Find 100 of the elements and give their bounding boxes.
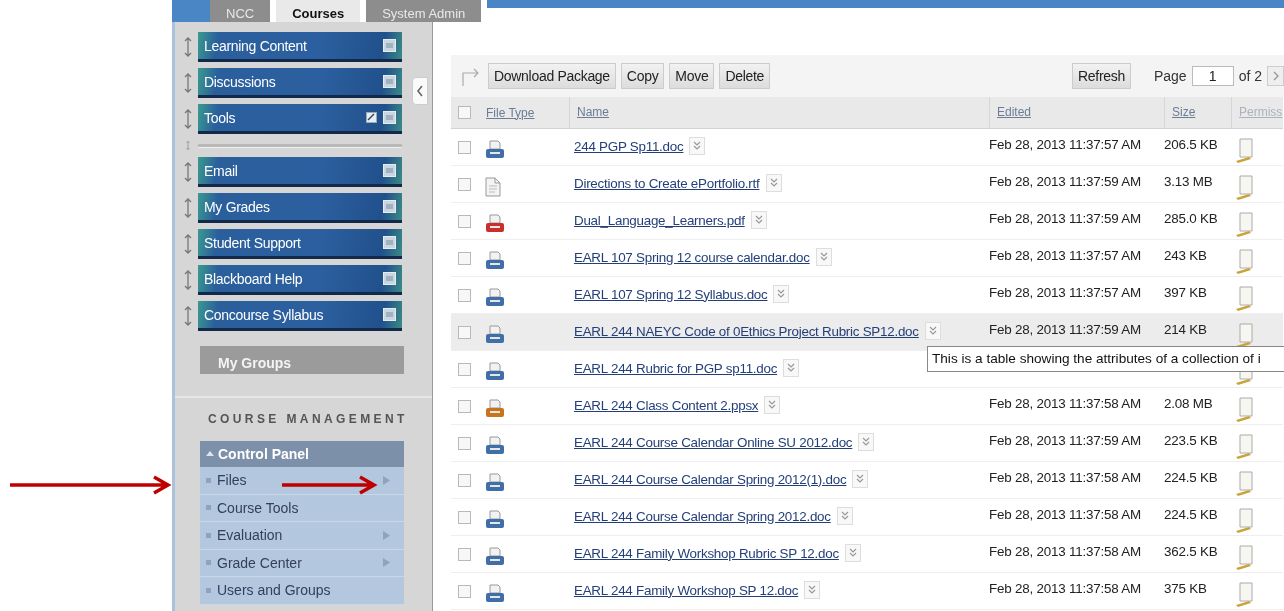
page-label: Page [1153, 68, 1187, 84]
file-link[interactable]: EARL 244 Course Calendar Online SU 2012.doc [574, 434, 853, 450]
module-menu-icon[interactable] [383, 164, 396, 177]
file-link[interactable]: Directions to Create ePortfolio.rtf [574, 175, 760, 191]
row-checkbox[interactable] [458, 141, 471, 154]
page-input[interactable]: 1 [1191, 66, 1234, 86]
row-checkbox[interactable] [458, 474, 471, 487]
toolbar-button[interactable]: Copy [620, 63, 665, 89]
column-header[interactable]: Edited [989, 97, 1164, 128]
row-checkbox[interactable] [458, 548, 471, 561]
file-link[interactable]: Dual_Language_Learners.pdf [574, 212, 745, 228]
module-button[interactable]: Tools [198, 104, 402, 134]
file-link[interactable]: EARL 244 Course Calendar Spring 2012.doc [574, 508, 831, 524]
row-checkbox[interactable] [458, 363, 471, 376]
module-menu-icon[interactable] [383, 236, 396, 249]
control-panel-item[interactable]: Users and Groups [200, 577, 404, 605]
options-button[interactable] [852, 470, 869, 488]
drag-handle-icon[interactable] [183, 196, 193, 220]
options-button[interactable] [750, 211, 767, 229]
double-chevron-icon [808, 585, 817, 595]
toolbar-button[interactable]: Download Package [488, 63, 616, 89]
options-button[interactable] [924, 322, 941, 340]
options-button[interactable] [783, 359, 800, 377]
file-link[interactable]: EARL 244 Family Workshop Rubric SP 12.doc [574, 545, 839, 561]
double-chevron-icon [787, 363, 796, 373]
double-chevron-icon [693, 141, 702, 151]
collapse-button[interactable] [412, 77, 428, 105]
options-button[interactable] [764, 396, 781, 414]
row-checkbox[interactable] [458, 585, 471, 598]
row-checkbox[interactable] [458, 178, 471, 191]
drag-handle-icon[interactable] [183, 107, 193, 131]
row-checkbox[interactable] [458, 289, 471, 302]
options-button[interactable] [815, 248, 832, 266]
drag-handle-icon[interactable] [183, 304, 193, 328]
bullet-icon [206, 505, 211, 511]
options-button[interactable] [765, 174, 782, 192]
table-cell-text: Feb 28, 2013 11:37:57 AM [989, 248, 1143, 263]
file-link[interactable]: 244 PGP Sp11.doc [574, 138, 684, 154]
module-button[interactable]: Blackboard Help [198, 265, 402, 295]
file-link[interactable]: EARL 244 Rubric for PGP sp11.doc [574, 360, 778, 376]
file-icon [485, 140, 505, 160]
options-button[interactable] [689, 137, 706, 155]
table-cell-text: Feb 28, 2013 11:37:58 AM [989, 544, 1143, 559]
row-checkbox[interactable] [458, 252, 471, 265]
drag-handle-icon[interactable] [183, 35, 193, 59]
file-link[interactable]: EARL 244 Course Calendar Spring 2012(1).doc [574, 471, 847, 487]
module-menu-icon[interactable] [383, 200, 396, 213]
drag-handle-icon[interactable] [183, 268, 193, 292]
control-panel-item[interactable]: Grade Center [200, 549, 404, 577]
row-checkbox[interactable] [458, 400, 471, 413]
drag-handle-icon[interactable] [183, 71, 193, 95]
options-button[interactable] [773, 285, 790, 303]
module-menu-icon[interactable] [383, 111, 396, 124]
nav-tab[interactable]: Courses [276, 0, 361, 22]
control-panel-item[interactable]: Evaluation [200, 522, 404, 550]
module-button[interactable]: Learning Content [198, 32, 402, 62]
module-button[interactable]: Student Support [198, 229, 402, 259]
options-button[interactable] [804, 581, 821, 599]
drag-handle-icon[interactable] [183, 232, 193, 256]
bullet-icon [206, 477, 211, 483]
options-button[interactable] [844, 544, 861, 562]
module-button[interactable]: Concourse Syllabus [198, 301, 402, 331]
options-button[interactable] [858, 433, 875, 451]
control-panel-item[interactable]: Course Tools [200, 494, 404, 522]
module-button[interactable]: Discussions [198, 68, 402, 98]
drag-handle-icon[interactable] [183, 160, 193, 184]
bullet-icon [206, 587, 211, 593]
options-button[interactable] [836, 507, 853, 525]
next-page-button[interactable] [1267, 66, 1284, 86]
refresh-button[interactable]: Refresh [1072, 63, 1131, 89]
module-menu-icon[interactable] [383, 39, 396, 52]
control-panel-item[interactable]: Files [200, 467, 404, 495]
module-button[interactable]: Email [198, 157, 402, 187]
row-checkbox[interactable] [458, 215, 471, 228]
chevron-left-icon [416, 85, 424, 97]
module-menu-icon[interactable] [383, 308, 396, 321]
file-link[interactable]: EARL 244 Class Content 2.ppsx [574, 397, 759, 413]
file-link[interactable]: EARL 244 Family Workshop SP 12.doc [574, 582, 799, 598]
module-menu-icon[interactable] [383, 272, 396, 285]
file-link[interactable]: EARL 244 NAEYC Code of 0Ethics Project Rubric SP12.doc [574, 323, 919, 339]
toolbar-button[interactable]: Delete [719, 63, 771, 89]
table-cell-text: Feb 28, 2013 11:37:59 AM [989, 322, 1143, 337]
edit-icon[interactable] [366, 112, 377, 123]
drag-handle-icon[interactable] [183, 140, 193, 151]
file-link[interactable]: EARL 107 Spring 12 Syllabus.doc [574, 286, 768, 302]
tooltip: This is a table showing the attributes of a collection of i [927, 346, 1284, 372]
row-checkbox[interactable] [458, 326, 471, 339]
column-header[interactable]: Name [569, 97, 989, 128]
row-checkbox[interactable] [458, 437, 471, 450]
module-menu-icon[interactable] [383, 75, 396, 88]
file-link[interactable]: EARL 107 Spring 12 course calendar.doc [574, 249, 810, 265]
column-header[interactable]: Size [1164, 97, 1231, 128]
module-button[interactable]: My Grades [198, 193, 402, 223]
select-all-checkbox[interactable] [458, 106, 471, 119]
toolbar-button[interactable]: Move [669, 63, 715, 89]
table-cell-text: Feb 28, 2013 11:37:59 AM [989, 211, 1143, 226]
row-checkbox[interactable] [458, 511, 471, 524]
file-icon [485, 362, 505, 382]
column-header[interactable]: File Type [479, 105, 569, 120]
table-cell-text: Feb 28, 2013 11:37:59 AM [989, 433, 1143, 448]
